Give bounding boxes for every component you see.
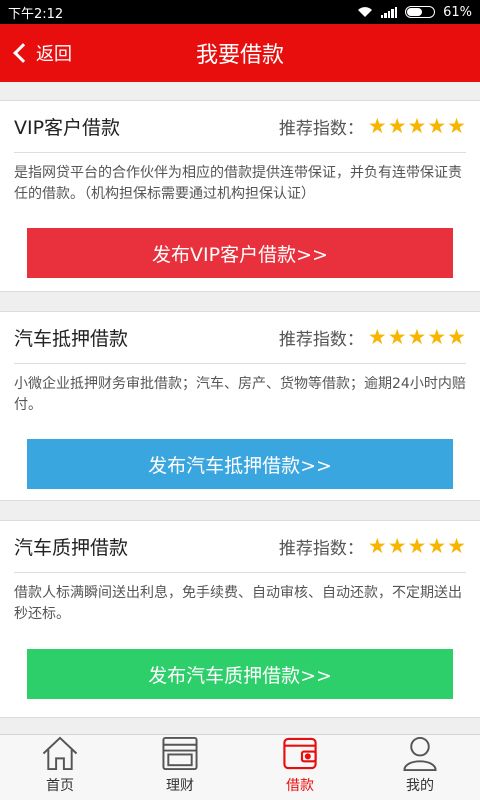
status-time: 下午2:12 (8, 6, 64, 22)
bottom-tab-bar: 首页 理财 借款 我的 (0, 734, 480, 800)
signal-icon (380, 6, 398, 18)
tab-label: 我的 (406, 778, 434, 794)
battery-percent: 61% (443, 4, 472, 20)
rating: 推荐指数： ★ ★ ★ ★ ★ (278, 114, 466, 140)
back-label: 返回 (36, 44, 72, 65)
rating-label: 推荐指数： (278, 539, 364, 559)
card-header: VIP客户借款 推荐指数： ★ ★ ★ ★ ★ (14, 101, 466, 153)
back-button[interactable]: 返回 (10, 24, 72, 82)
star-icon: ★ (407, 114, 427, 138)
star-icon: ★ (427, 325, 447, 349)
star-icon: ★ (367, 114, 387, 138)
tab-home[interactable]: 首页 (0, 735, 120, 800)
tab-label: 理财 (166, 778, 194, 794)
loan-card-car-pledge: 汽车质押借款 推荐指数： ★ ★ ★ ★ ★ 借款人标满瞬间送出利息，免手续费、自动审核… (0, 520, 480, 718)
tab-label: 首页 (46, 778, 74, 794)
star-icon: ★ (387, 534, 407, 558)
star-icon: ★ (407, 325, 427, 349)
card-header: 汽车质押借款 推荐指数： ★ ★ ★ ★ ★ (14, 521, 466, 573)
star-icon: ★ (427, 534, 447, 558)
loan-card-car-mortgage: 汽车抵押借款 推荐指数： ★ ★ ★ ★ ★ 小微企业抵押财务审批借款；汽车、房产、货物… (0, 311, 480, 501)
card-description: 小微企业抵押财务审批借款；汽车、房产、货物等借款；逾期24小时内赔付。 (14, 376, 466, 413)
tab-mine[interactable]: 我的 (360, 735, 480, 800)
star-icon: ★ (387, 325, 407, 349)
star-rating: ★ ★ ★ ★ ★ (368, 536, 466, 557)
star-rating: ★ ★ ★ ★ ★ (368, 116, 466, 137)
publish-car-mortgage-button[interactable]: 发布汽车抵押借款>> (27, 439, 453, 489)
star-rating: ★ ★ ★ ★ ★ (368, 327, 466, 348)
star-icon: ★ (367, 325, 387, 349)
tab-label: 借款 (286, 778, 314, 794)
star-icon: ★ (447, 114, 466, 138)
rating: 推荐指数： ★ ★ ★ ★ ★ (278, 534, 466, 560)
loan-icon (283, 737, 317, 770)
home-icon (42, 736, 78, 771)
card-description: 借款人标满瞬间送出利息，免手续费、自动审核、自动还款，不定期送出秒还标。 (14, 585, 462, 622)
publish-vip-loan-button[interactable]: 发布VIP客户借款>> (27, 228, 453, 278)
rating-label: 推荐指数： (278, 119, 364, 139)
rating: 推荐指数： ★ ★ ★ ★ ★ (278, 325, 466, 351)
card-description: 是指网贷平台的合作伙伴为相应的借款提供连带保证，并负有连带保证责任的借款。（机构… (14, 165, 462, 202)
battery-fill (407, 8, 423, 16)
loan-list[interactable]: VIP客户借款 推荐指数： ★ ★ ★ ★ ★ 是指网贷平台的合作伙伴为相应的借款提供连… (0, 82, 480, 734)
loan-card-vip: VIP客户借款 推荐指数： ★ ★ ★ ★ ★ 是指网贷平台的合作伙伴为相应的借款提供连… (0, 100, 480, 292)
publish-car-pledge-button[interactable]: 发布汽车质押借款>> (27, 649, 453, 699)
star-icon: ★ (447, 534, 466, 558)
rating-label: 推荐指数： (278, 330, 364, 350)
star-icon: ★ (427, 114, 447, 138)
wifi-icon (357, 7, 372, 17)
star-icon: ★ (367, 534, 387, 558)
status-icons: 61% (357, 5, 472, 20)
status-bar: 下午2:12 61% (0, 0, 480, 24)
nav-bar: 返回 我要借款 (0, 24, 480, 82)
wallet-icon (162, 736, 198, 771)
tab-finance[interactable]: 理财 (120, 735, 240, 800)
chevron-left-icon (13, 43, 33, 63)
card-title: 汽车抵押借款 (14, 328, 129, 350)
star-icon: ★ (447, 325, 466, 349)
page-title: 我要借款 (195, 43, 284, 68)
star-icon: ★ (387, 114, 407, 138)
user-icon (403, 736, 437, 772)
battery-icon (405, 6, 436, 18)
tab-loan[interactable]: 借款 (240, 735, 360, 800)
card-title: VIP客户借款 (14, 117, 121, 139)
star-icon: ★ (407, 534, 427, 558)
card-header: 汽车抵押借款 推荐指数： ★ ★ ★ ★ ★ (14, 312, 466, 364)
card-title: 汽车质押借款 (14, 537, 129, 559)
